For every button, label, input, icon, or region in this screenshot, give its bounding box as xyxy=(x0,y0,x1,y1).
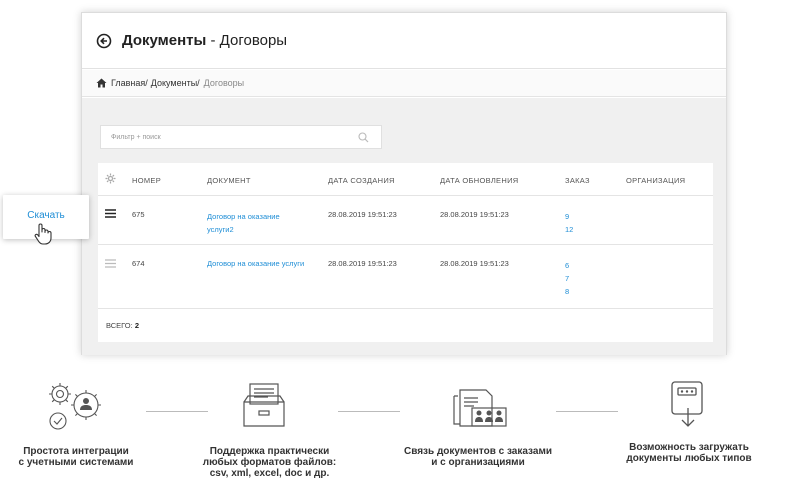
created-date: 28.08.2019 19:51:23 xyxy=(328,259,397,268)
column-updated[interactable]: ДАТА ОБНОВЛЕНИЯ xyxy=(440,176,519,185)
feature-linking: Связь документов с заказами и с организац… xyxy=(403,446,553,468)
created-date: 28.08.2019 19:51:23 xyxy=(328,210,397,219)
home-icon xyxy=(96,78,107,88)
column-organization[interactable]: ОРГАНИЗАЦИЯ xyxy=(626,176,685,185)
feature-upload: Возможность загружать документы любых тип… xyxy=(626,442,752,464)
integration-gears-icon xyxy=(40,378,108,433)
file-archive-icon xyxy=(240,380,288,430)
updated-date: 28.08.2019 19:51:23 xyxy=(440,210,509,219)
content-area: Фильтр + поиск НОМЕР ДОКУМЕНТ ДАТА СОЗДА… xyxy=(82,98,726,355)
page-title: Документы - Договоры xyxy=(122,32,288,49)
document-link[interactable]: Договор на оказание услуги2 xyxy=(207,210,280,236)
breadcrumb: Главная/ Документы/ Договоры xyxy=(82,70,726,97)
breadcrumb-current: Договоры xyxy=(203,78,245,88)
linked-documents-icon xyxy=(448,380,514,430)
table-total: ВСЕГО: 2 xyxy=(106,321,139,330)
divider xyxy=(556,411,618,412)
breadcrumb-home[interactable]: Главная/ xyxy=(111,78,148,88)
feature-integration: Простота интеграции с учетными системами xyxy=(18,446,134,468)
table-row: 675 Договор на оказание услуги2 28.08.201… xyxy=(98,197,713,245)
order-links[interactable]: 9 12 xyxy=(565,210,573,236)
breadcrumb-documents[interactable]: Документы/ xyxy=(151,78,200,88)
order-links[interactable]: 678 xyxy=(565,259,569,298)
row-menu-icon[interactable] xyxy=(105,259,116,268)
page-header: Документы - Договоры xyxy=(82,13,726,69)
divider xyxy=(146,411,208,412)
search-placeholder: Фильтр + поиск xyxy=(111,133,161,141)
table-row: 674 Договор на оказание услуги 28.08.201… xyxy=(98,246,713,309)
document-link[interactable]: Договор на оказание услуги xyxy=(207,259,304,268)
documents-window: Документы - Договоры Главная/ Документы/… xyxy=(81,12,727,355)
column-order[interactable]: ЗАКАЗ xyxy=(565,176,590,185)
updated-date: 28.08.2019 19:51:23 xyxy=(440,259,509,268)
divider xyxy=(338,411,400,412)
hand-cursor-icon xyxy=(34,223,52,245)
row-number: 675 xyxy=(132,210,145,219)
back-arrow-icon[interactable] xyxy=(96,33,112,49)
column-number[interactable]: НОМЕР xyxy=(132,176,161,185)
row-menu-icon[interactable] xyxy=(105,209,116,218)
feature-formats: Поддержка практически любых форматов файл… xyxy=(202,446,337,479)
row-number: 674 xyxy=(132,259,145,268)
gear-icon[interactable] xyxy=(105,173,116,184)
search-icon[interactable] xyxy=(358,132,369,143)
table-header: НОМЕР ДОКУМЕНТ ДАТА СОЗДАНИЯ ДАТА ОБНОВЛ… xyxy=(98,163,713,196)
column-document[interactable]: ДОКУМЕНТ xyxy=(207,176,251,185)
documents-table: НОМЕР ДОКУМЕНТ ДАТА СОЗДАНИЯ ДАТА ОБНОВЛ… xyxy=(98,163,713,342)
column-created[interactable]: ДАТА СОЗДАНИЯ xyxy=(328,176,395,185)
upload-download-icon xyxy=(666,378,710,432)
search-input[interactable]: Фильтр + поиск xyxy=(100,125,382,149)
